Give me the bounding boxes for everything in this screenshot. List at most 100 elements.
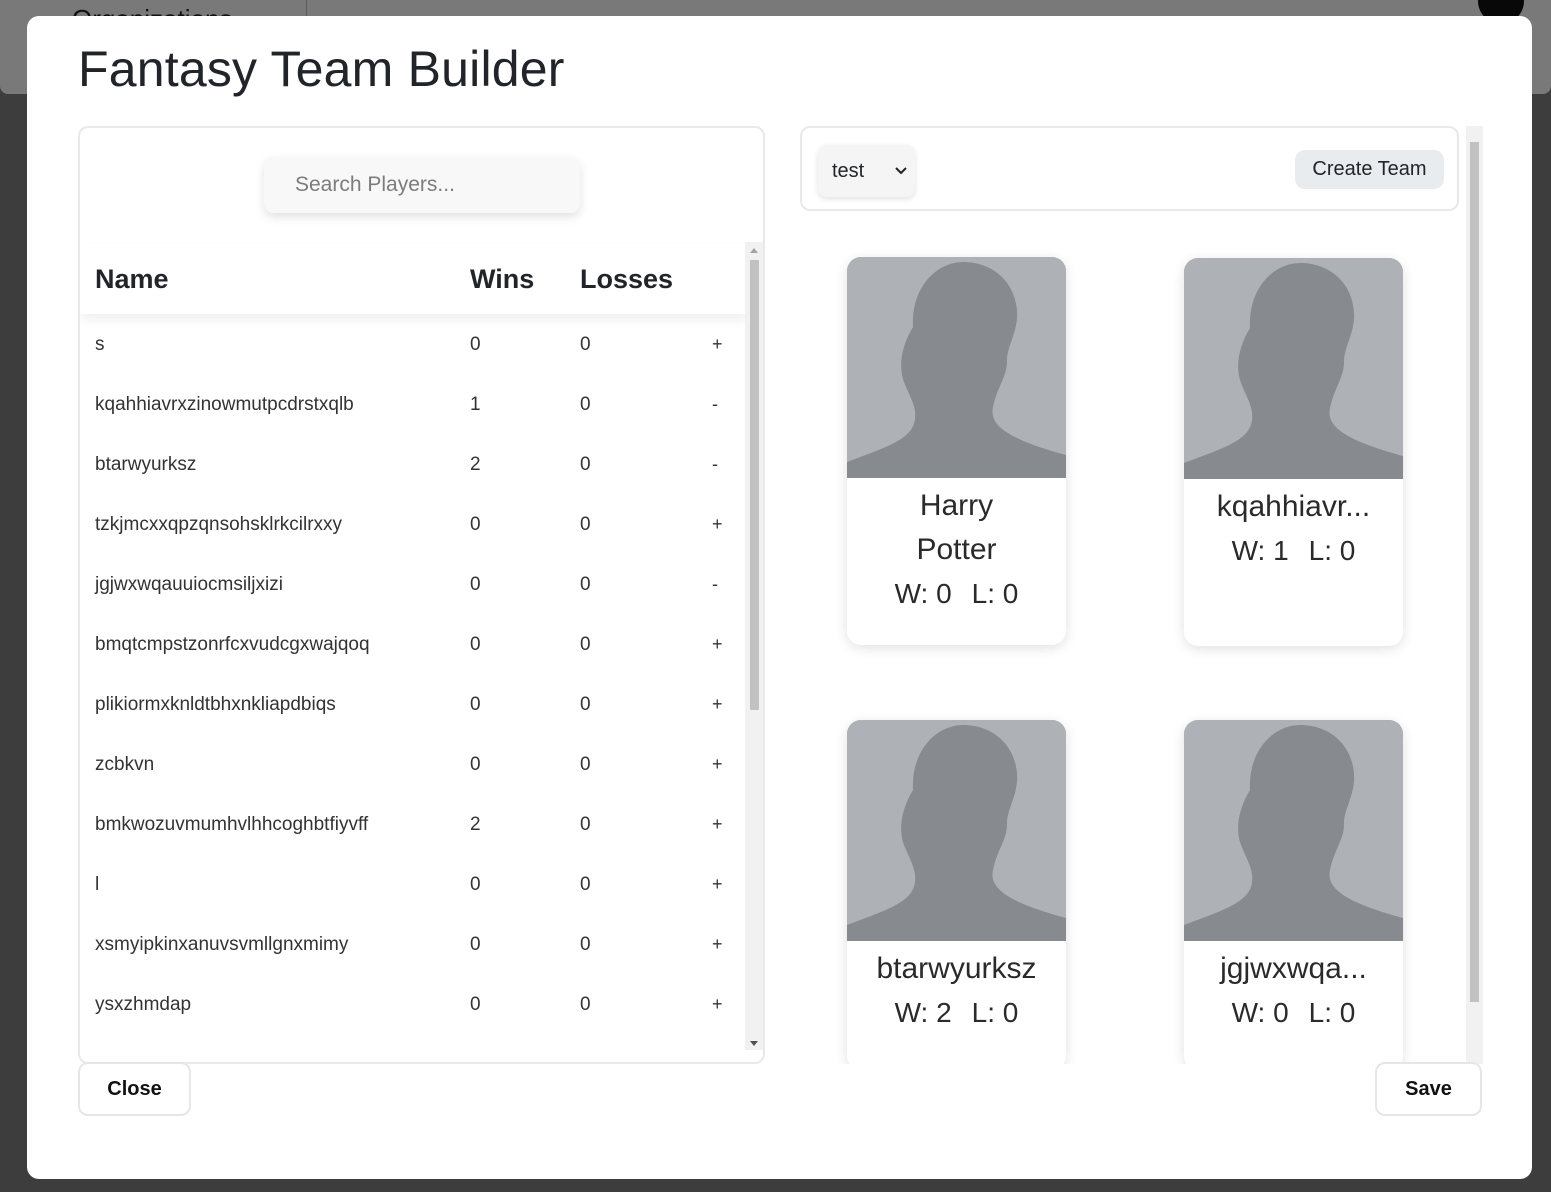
player-name: tzkjmcxxqpzqnsohsklrkcilrxxy [95,514,343,535]
player-name: jgjwxwqauuiocmsiljxizi [95,574,283,595]
player-wins: 1 [470,394,481,415]
team-select[interactable]: test [818,145,915,197]
column-header-losses: Losses [580,264,674,294]
player-photo-placeholder-icon [1184,720,1403,941]
remove-player-button[interactable]: - [712,454,718,475]
player-row: jgjwxwqauuiocmsiljxizi 0 0 - [80,554,748,614]
player-losses: 0 [580,334,591,355]
player-name: ysxzhmdap [95,994,192,1015]
player-table-body: s 0 0 + kqahhiavrxzinowmutpcdrstxqlb 1 0- btarw… [80,314,748,1034]
add-player-button[interactable]: + [712,334,723,355]
search-placeholder: Search Players... [295,173,455,196]
player-row: ysxzhmdap 0 0 + [80,974,748,1034]
team-player-card[interactable]: kqahhiavr... W: 1 L: 0 [1184,258,1403,646]
player-row: plikiormxknldtbhxnkliapdbiqs 0 0 + [80,674,748,734]
card-wins: W: 1 [1231,535,1289,566]
player-wins: 0 [470,514,481,535]
card-player-name: kqahhiavr... [1216,490,1371,523]
player-list-scrollbar[interactable] [745,242,763,1050]
player-losses: 0 [580,574,591,595]
close-button[interactable]: Close [78,1062,191,1116]
add-player-button[interactable]: + [712,814,723,835]
player-wins: 0 [470,934,481,955]
add-player-button[interactable]: + [712,754,723,775]
player-row: l 0 0 + [80,854,748,914]
modal-title: Fantasy Team Builder [78,41,565,97]
player-name: s [95,334,105,355]
card-wins: W: 0 [1231,997,1289,1028]
player-name: btarwyurksz [95,454,197,475]
scrollbar-thumb[interactable] [1470,142,1479,1002]
card-player-record: W: 0 L: 0 [1184,991,1403,1035]
team-player-card[interactable]: jgjwxwqa... W: 0 L: 0 [1184,720,1403,1064]
team-panel: test Create Team Harry Potter W: 0 L: 0 kq… [800,126,1482,1064]
add-player-button[interactable]: + [712,514,723,535]
player-wins: 0 [470,754,481,775]
player-row: zcbkvn 0 0 + [80,734,748,794]
card-player-record: W: 0 L: 0 [847,572,1066,616]
remove-player-button[interactable]: - [712,394,718,415]
player-photo-placeholder-icon [847,720,1066,941]
column-header-name: Name [95,264,169,294]
player-losses: 0 [580,874,591,895]
team-toolbar: test Create Team [800,126,1459,211]
card-losses: L: 0 [1308,535,1356,566]
card-losses: L: 0 [1308,997,1356,1028]
player-row: bmkwozuvmumhvlhhcoghbtfiyvff 2 0 + [80,794,748,854]
column-header-wins: Wins [470,264,535,294]
player-row: kqahhiavrxzinowmutpcdrstxqlb 1 0 - [80,374,748,434]
scrollbar-thumb[interactable] [750,260,759,710]
player-photo-placeholder-icon [1184,258,1403,479]
team-player-card[interactable]: Harry Potter W: 0 L: 0 [847,257,1066,645]
player-row: tzkjmcxxqpzqnsohsklrkcilrxxy 0 0 + [80,494,748,554]
card-player-name: btarwyurksz [876,952,1037,985]
player-photo-placeholder-icon [847,257,1066,478]
add-player-button[interactable]: + [712,994,723,1015]
search-players-input[interactable]: Search Players... [264,157,580,213]
player-wins: 0 [470,574,481,595]
player-losses: 0 [580,934,591,955]
card-player-name: jgjwxwqa... [1220,952,1367,985]
player-wins: 0 [470,334,481,355]
player-name: bmqtcmpstzonrfcxvudcgxwajqoq [95,634,370,655]
create-team-button[interactable]: Create Team [1295,150,1444,189]
add-player-button[interactable]: + [712,934,723,955]
card-player-record: W: 2 L: 0 [847,991,1066,1035]
player-name: bmkwozuvmumhvlhhcoghbtfiyvff [95,814,369,835]
remove-player-button[interactable]: - [712,574,718,595]
scroll-up-arrow-icon[interactable] [750,248,758,253]
card-wins: W: 0 [894,578,952,609]
player-losses: 0 [580,454,591,475]
chevron-down-icon [895,145,907,219]
player-name: l [95,874,100,895]
scroll-down-arrow-icon[interactable] [750,1041,758,1046]
player-wins: 0 [470,634,481,655]
player-wins: 0 [470,994,481,1015]
player-wins: 0 [470,694,481,715]
save-button[interactable]: Save [1375,1062,1482,1116]
player-losses: 0 [580,814,591,835]
player-row: btarwyurksz 2 0 - [80,434,748,494]
card-player-name: Harry Potter [916,489,997,566]
player-name: plikiormxknldtbhxnkliapdbiqs [95,694,336,715]
card-losses: L: 0 [971,997,1019,1028]
team-player-card[interactable]: btarwyurksz W: 2 L: 0 [847,720,1066,1064]
add-player-button[interactable]: + [712,694,723,715]
player-table-header: Name Wins Losses [80,244,748,314]
team-panel-scrollbar[interactable] [1466,126,1483,1064]
player-losses: 0 [580,994,591,1015]
player-losses: 0 [580,694,591,715]
add-player-button[interactable]: + [712,634,723,655]
player-losses: 0 [580,754,591,775]
player-row: bmqtcmpstzonrfcxvudcgxwajqoq 0 0 + [80,614,748,674]
player-losses: 0 [580,514,591,535]
add-player-button[interactable]: + [712,874,723,895]
player-wins: 2 [470,454,481,475]
card-wins: W: 2 [894,997,952,1028]
card-player-record: W: 1 L: 0 [1184,529,1403,573]
team-select-value: test [832,160,865,182]
player-wins: 2 [470,814,481,835]
player-row: s 0 0 + [80,314,748,374]
player-row: xsmyipkinxanuvsvmllgnxmimy 0 0 + [80,914,748,974]
player-name: zcbkvn [95,754,155,775]
